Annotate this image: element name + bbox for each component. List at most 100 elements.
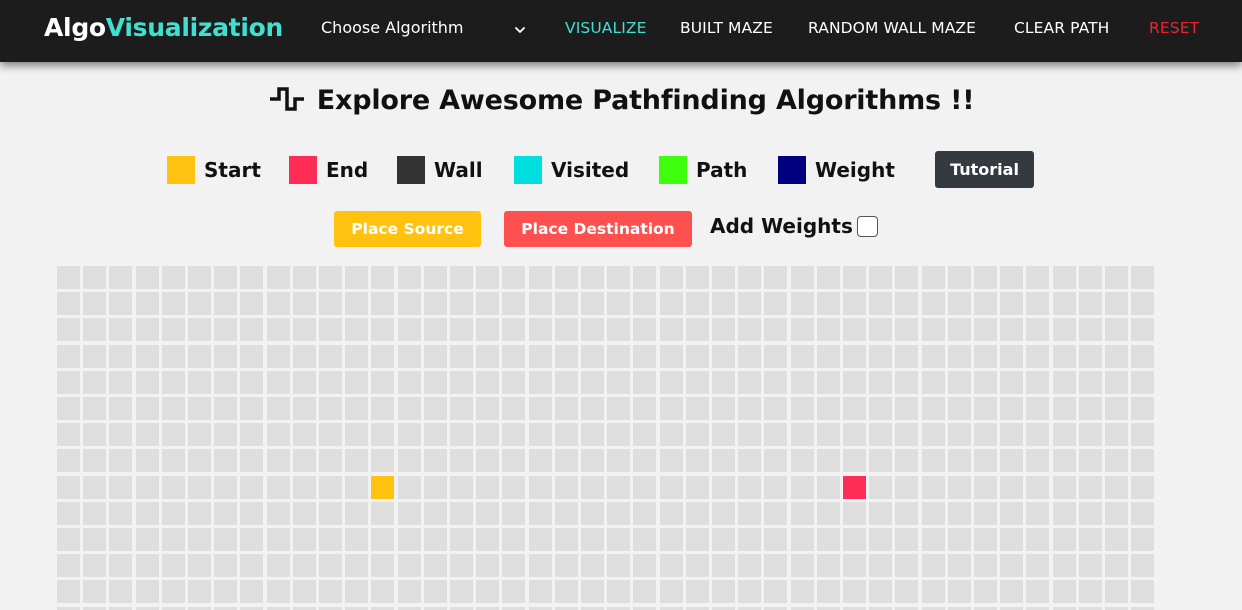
grid-cell[interactable] [1105,318,1128,341]
grid-cell[interactable] [764,423,787,446]
grid-cell[interactable] [529,502,552,525]
grid-cell[interactable] [1053,266,1076,289]
grid-cell[interactable] [607,318,630,341]
grid-cell[interactable] [1026,449,1049,472]
grid-cell[interactable] [450,266,473,289]
grid-cell[interactable] [188,266,211,289]
grid-cell[interactable] [188,554,211,577]
grid-cell[interactable] [738,292,761,315]
grid-cell[interactable] [162,554,185,577]
grid-cell[interactable] [660,528,683,551]
grid-cell[interactable] [843,449,866,472]
grid-cell[interactable] [817,423,840,446]
grid-cell[interactable] [581,528,604,551]
grid-cell[interactable] [974,318,997,341]
grid-cell[interactable] [83,580,106,603]
grid-cell[interactable] [869,371,892,394]
grid-cell[interactable] [660,345,683,368]
grid-cell[interactable] [476,371,499,394]
grid-cell[interactable] [817,449,840,472]
grid-cell[interactable] [136,554,159,577]
grid-cell[interactable] [843,371,866,394]
grid-cell[interactable] [869,502,892,525]
grid-cell[interactable] [712,554,735,577]
grid-cell[interactable] [240,292,263,315]
grid-cell[interactable] [712,423,735,446]
pathfinding-grid[interactable] [57,266,1157,610]
grid-cell[interactable] [109,554,132,577]
grid-cell[interactable] [450,371,473,394]
grid-cell[interactable] [791,554,814,577]
grid-cell[interactable] [581,554,604,577]
grid-cell[interactable] [1079,449,1102,472]
grid-cell[interactable] [1026,318,1049,341]
grid-cell[interactable] [293,345,316,368]
grid-cell[interactable] [764,371,787,394]
end-node[interactable] [843,476,866,499]
grid-cell[interactable] [109,266,132,289]
grid-cell[interactable] [502,292,525,315]
grid-cell[interactable] [1000,476,1023,499]
grid-cell[interactable] [843,423,866,446]
grid-cell[interactable] [1000,318,1023,341]
grid-cell[interactable] [424,528,447,551]
grid-cell[interactable] [974,449,997,472]
grid-cell[interactable] [1053,423,1076,446]
grid-cell[interactable] [398,554,421,577]
grid-cell[interactable] [738,476,761,499]
grid-cell[interactable] [1079,397,1102,420]
grid-cell[interactable] [869,266,892,289]
grid-cell[interactable] [895,397,918,420]
grid-cell[interactable] [974,423,997,446]
grid-cell[interactable] [555,449,578,472]
grid-cell[interactable] [555,502,578,525]
grid-cell[interactable] [738,318,761,341]
grid-cell[interactable] [817,318,840,341]
grid-cell[interactable] [1026,397,1049,420]
grid-cell[interactable] [633,292,656,315]
grid-cell[interactable] [162,449,185,472]
grid-cell[interactable] [607,580,630,603]
grid-cell[interactable] [581,580,604,603]
grid-cell[interactable] [83,318,106,341]
grid-cell[interactable] [686,318,709,341]
grid-cell[interactable] [1053,292,1076,315]
start-node[interactable] [371,476,394,499]
grid-cell[interactable] [267,554,290,577]
grid-cell[interactable] [450,502,473,525]
grid-cell[interactable] [162,318,185,341]
grid-cell[interactable] [948,345,971,368]
grid-cell[interactable] [712,266,735,289]
grid-cell[interactable] [607,502,630,525]
grid-cell[interactable] [581,397,604,420]
grid-cell[interactable] [136,397,159,420]
grid-cell[interactable] [136,449,159,472]
grid-cell[interactable] [476,345,499,368]
grid-cell[interactable] [738,423,761,446]
grid-cell[interactable] [633,397,656,420]
grid-cell[interactable] [450,292,473,315]
grid-cell[interactable] [240,449,263,472]
grid-cell[interactable] [660,580,683,603]
grid-cell[interactable] [555,423,578,446]
grid-cell[interactable] [895,345,918,368]
grid-cell[interactable] [214,528,237,551]
grid-cell[interactable] [83,266,106,289]
grid-cell[interactable] [764,528,787,551]
grid-cell[interactable] [791,266,814,289]
grid-cell[interactable] [948,292,971,315]
grid-cell[interactable] [1000,371,1023,394]
grid-cell[interactable] [424,580,447,603]
grid-cell[interactable] [476,554,499,577]
grid-cell[interactable] [267,476,290,499]
grid-cell[interactable] [607,476,630,499]
clear-path-link[interactable]: CLEAR PATH [1014,19,1109,37]
grid-cell[interactable] [843,318,866,341]
grid-cell[interactable] [319,423,342,446]
grid-cell[interactable] [476,397,499,420]
grid-cell[interactable] [371,345,394,368]
grid-cell[interactable] [869,345,892,368]
algorithm-select[interactable]: Choose Algorithm [321,18,527,42]
grid-cell[interactable] [660,292,683,315]
grid-cell[interactable] [57,292,80,315]
